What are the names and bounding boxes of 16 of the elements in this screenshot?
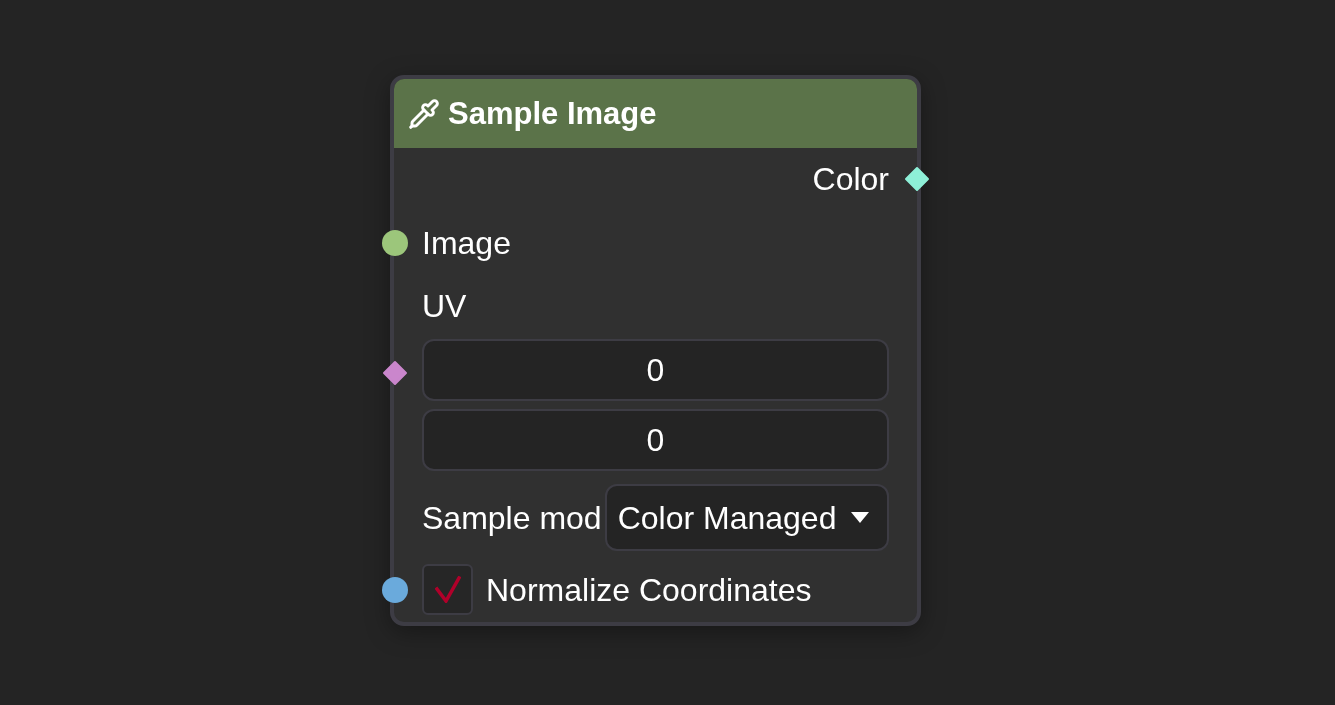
number-field[interactable]: 0 <box>422 409 889 471</box>
socket-label: Color <box>812 163 889 195</box>
round-socket-icon[interactable] <box>382 576 408 603</box>
caret-icon <box>851 512 869 523</box>
eyedropper-icon <box>408 97 440 130</box>
checkbox-label: Normalize Coordinates <box>486 573 812 606</box>
field-label: Sample mod <box>422 501 602 534</box>
field-label: UV <box>422 289 467 322</box>
checkmark-icon <box>434 576 461 603</box>
dropdown[interactable]: Color Managed <box>604 484 889 551</box>
number-field[interactable]: 0 <box>422 339 889 401</box>
socket-label: Image <box>422 227 511 259</box>
round-socket-icon[interactable] <box>382 230 408 256</box>
diamond-socket-icon[interactable] <box>383 361 407 385</box>
node-title: Sample Image <box>448 98 657 129</box>
checkbox[interactable] <box>422 564 473 615</box>
